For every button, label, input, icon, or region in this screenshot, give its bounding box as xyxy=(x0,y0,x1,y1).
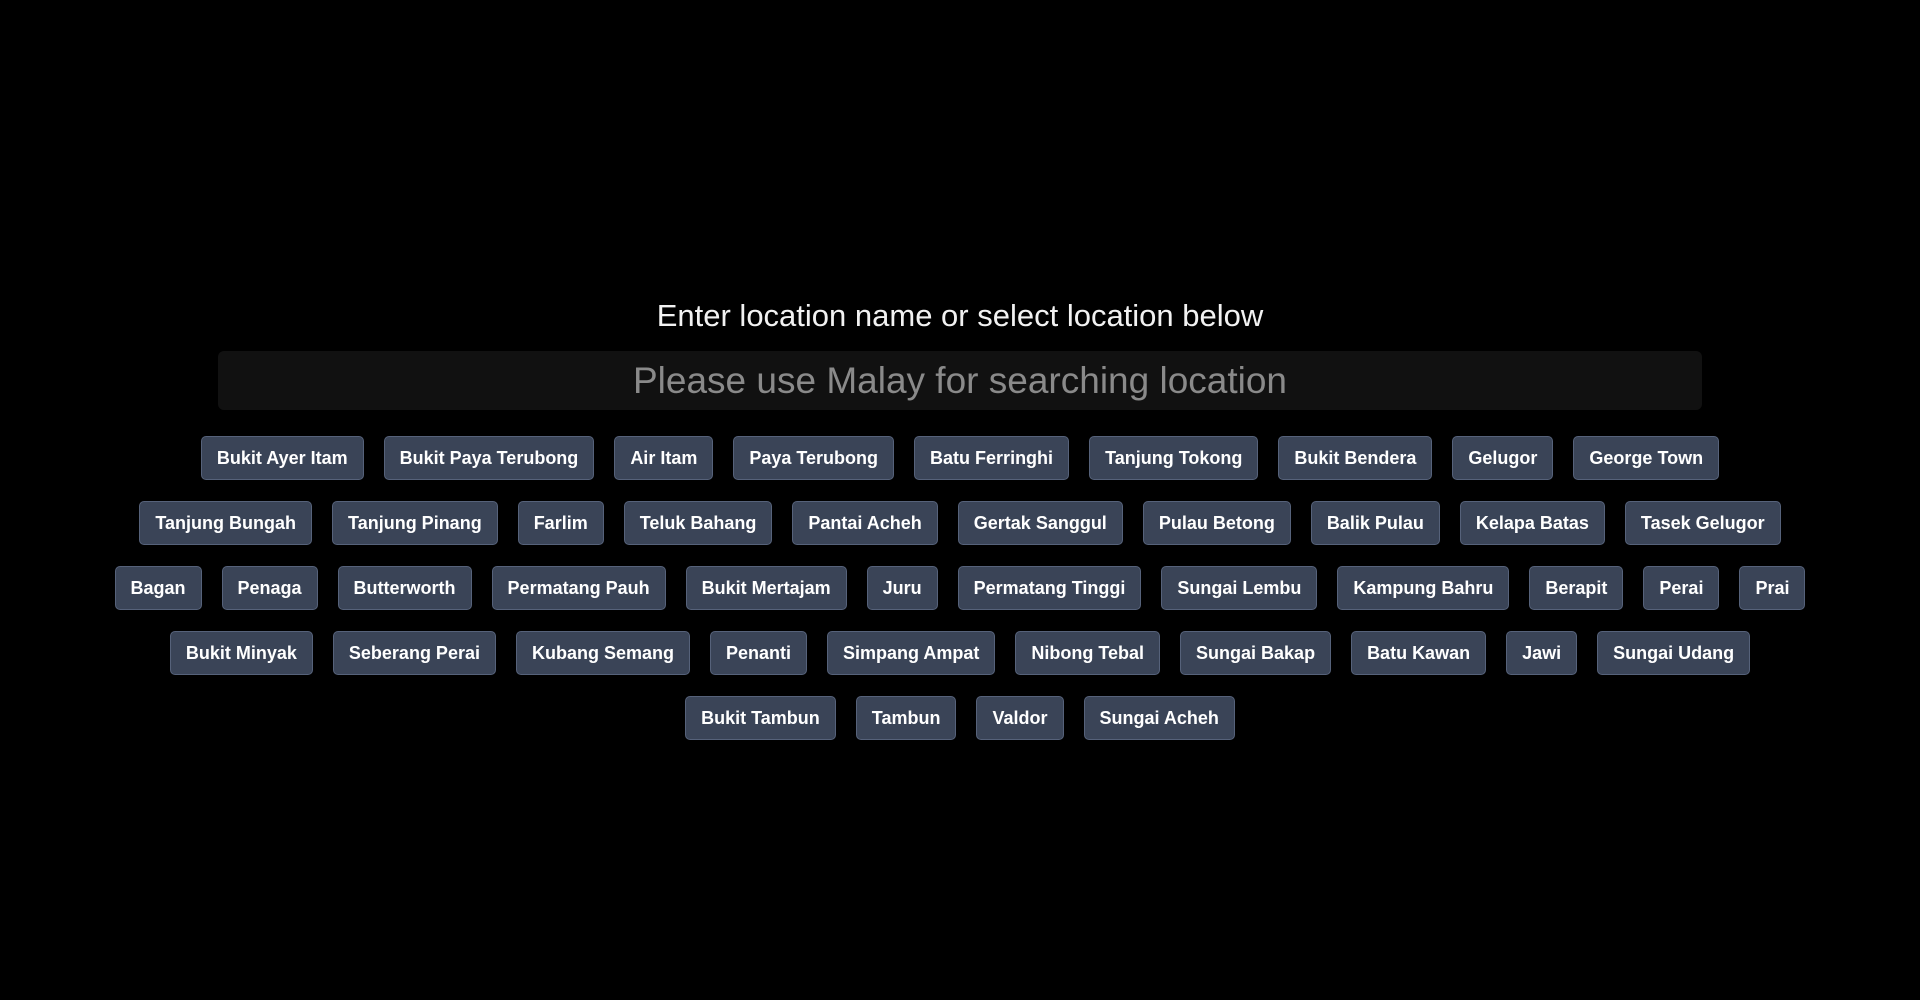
location-button-list: Bukit Ayer Itam Bukit Paya Terubong Air It… xyxy=(110,436,1810,740)
location-button[interactable]: Bukit Paya Terubong xyxy=(383,436,595,480)
location-button[interactable]: Gertak Sanggul xyxy=(957,501,1123,545)
location-button[interactable]: Sungai Acheh xyxy=(1083,696,1235,740)
location-button[interactable]: Butterworth xyxy=(337,566,472,610)
location-button[interactable]: Pulau Betong xyxy=(1142,501,1291,545)
location-button[interactable]: Nibong Tebal xyxy=(1015,631,1161,675)
location-button[interactable]: Teluk Bahang xyxy=(623,501,773,545)
location-button[interactable]: Bukit Mertajam xyxy=(685,566,847,610)
location-button[interactable]: Bukit Ayer Itam xyxy=(200,436,364,480)
location-button[interactable]: Balik Pulau xyxy=(1310,501,1440,545)
location-button[interactable]: Batu Ferringhi xyxy=(914,436,1070,480)
location-button[interactable]: Penanti xyxy=(709,631,807,675)
location-button[interactable]: Tasek Gelugor xyxy=(1624,501,1781,545)
location-button[interactable]: Permatang Tinggi xyxy=(957,566,1142,610)
location-selector: Enter location name or select location b… xyxy=(0,0,1920,1000)
location-button[interactable]: Sungai Udang xyxy=(1597,631,1751,675)
location-button[interactable]: Tambun xyxy=(855,696,957,740)
page-title: Enter location name or select location b… xyxy=(656,298,1264,333)
location-button[interactable]: Sungai Lembu xyxy=(1161,566,1318,610)
location-button[interactable]: Kubang Semang xyxy=(515,631,690,675)
location-button[interactable]: Bukit Minyak xyxy=(169,631,313,675)
location-button[interactable]: Kampung Bahru xyxy=(1337,566,1510,610)
location-button[interactable]: Tanjung Bungah xyxy=(139,501,313,545)
location-button[interactable]: Gelugor xyxy=(1452,436,1554,480)
location-button[interactable]: Batu Kawan xyxy=(1351,631,1487,675)
location-button[interactable]: Farlim xyxy=(517,501,604,545)
location-button[interactable]: Berapit xyxy=(1529,566,1624,610)
location-button[interactable]: Prai xyxy=(1739,566,1806,610)
location-button[interactable]: George Town xyxy=(1573,436,1720,480)
location-search-input[interactable] xyxy=(218,351,1702,410)
location-button[interactable]: Bukit Bendera xyxy=(1278,436,1433,480)
location-button[interactable]: Penaga xyxy=(221,566,318,610)
location-button[interactable]: Permatang Pauh xyxy=(491,566,666,610)
location-button[interactable]: Pantai Acheh xyxy=(792,501,938,545)
location-button[interactable]: Kelapa Batas xyxy=(1459,501,1605,545)
location-button[interactable]: Valdor xyxy=(976,696,1064,740)
location-button[interactable]: Paya Terubong xyxy=(733,436,895,480)
location-button[interactable]: Tanjung Pinang xyxy=(332,501,498,545)
search-container xyxy=(218,351,1702,410)
location-button[interactable]: Sungai Bakap xyxy=(1180,631,1332,675)
location-button[interactable]: Simpang Ampat xyxy=(827,631,996,675)
location-button[interactable]: Bagan xyxy=(114,566,202,610)
location-button[interactable]: Bukit Tambun xyxy=(685,696,836,740)
location-button[interactable]: Perai xyxy=(1643,566,1720,610)
location-button[interactable]: Tanjung Tokong xyxy=(1089,436,1259,480)
location-button[interactable]: Juru xyxy=(866,566,938,610)
location-button[interactable]: Seberang Perai xyxy=(332,631,496,675)
location-button[interactable]: Air Itam xyxy=(614,436,714,480)
location-button[interactable]: Jawi xyxy=(1506,631,1578,675)
